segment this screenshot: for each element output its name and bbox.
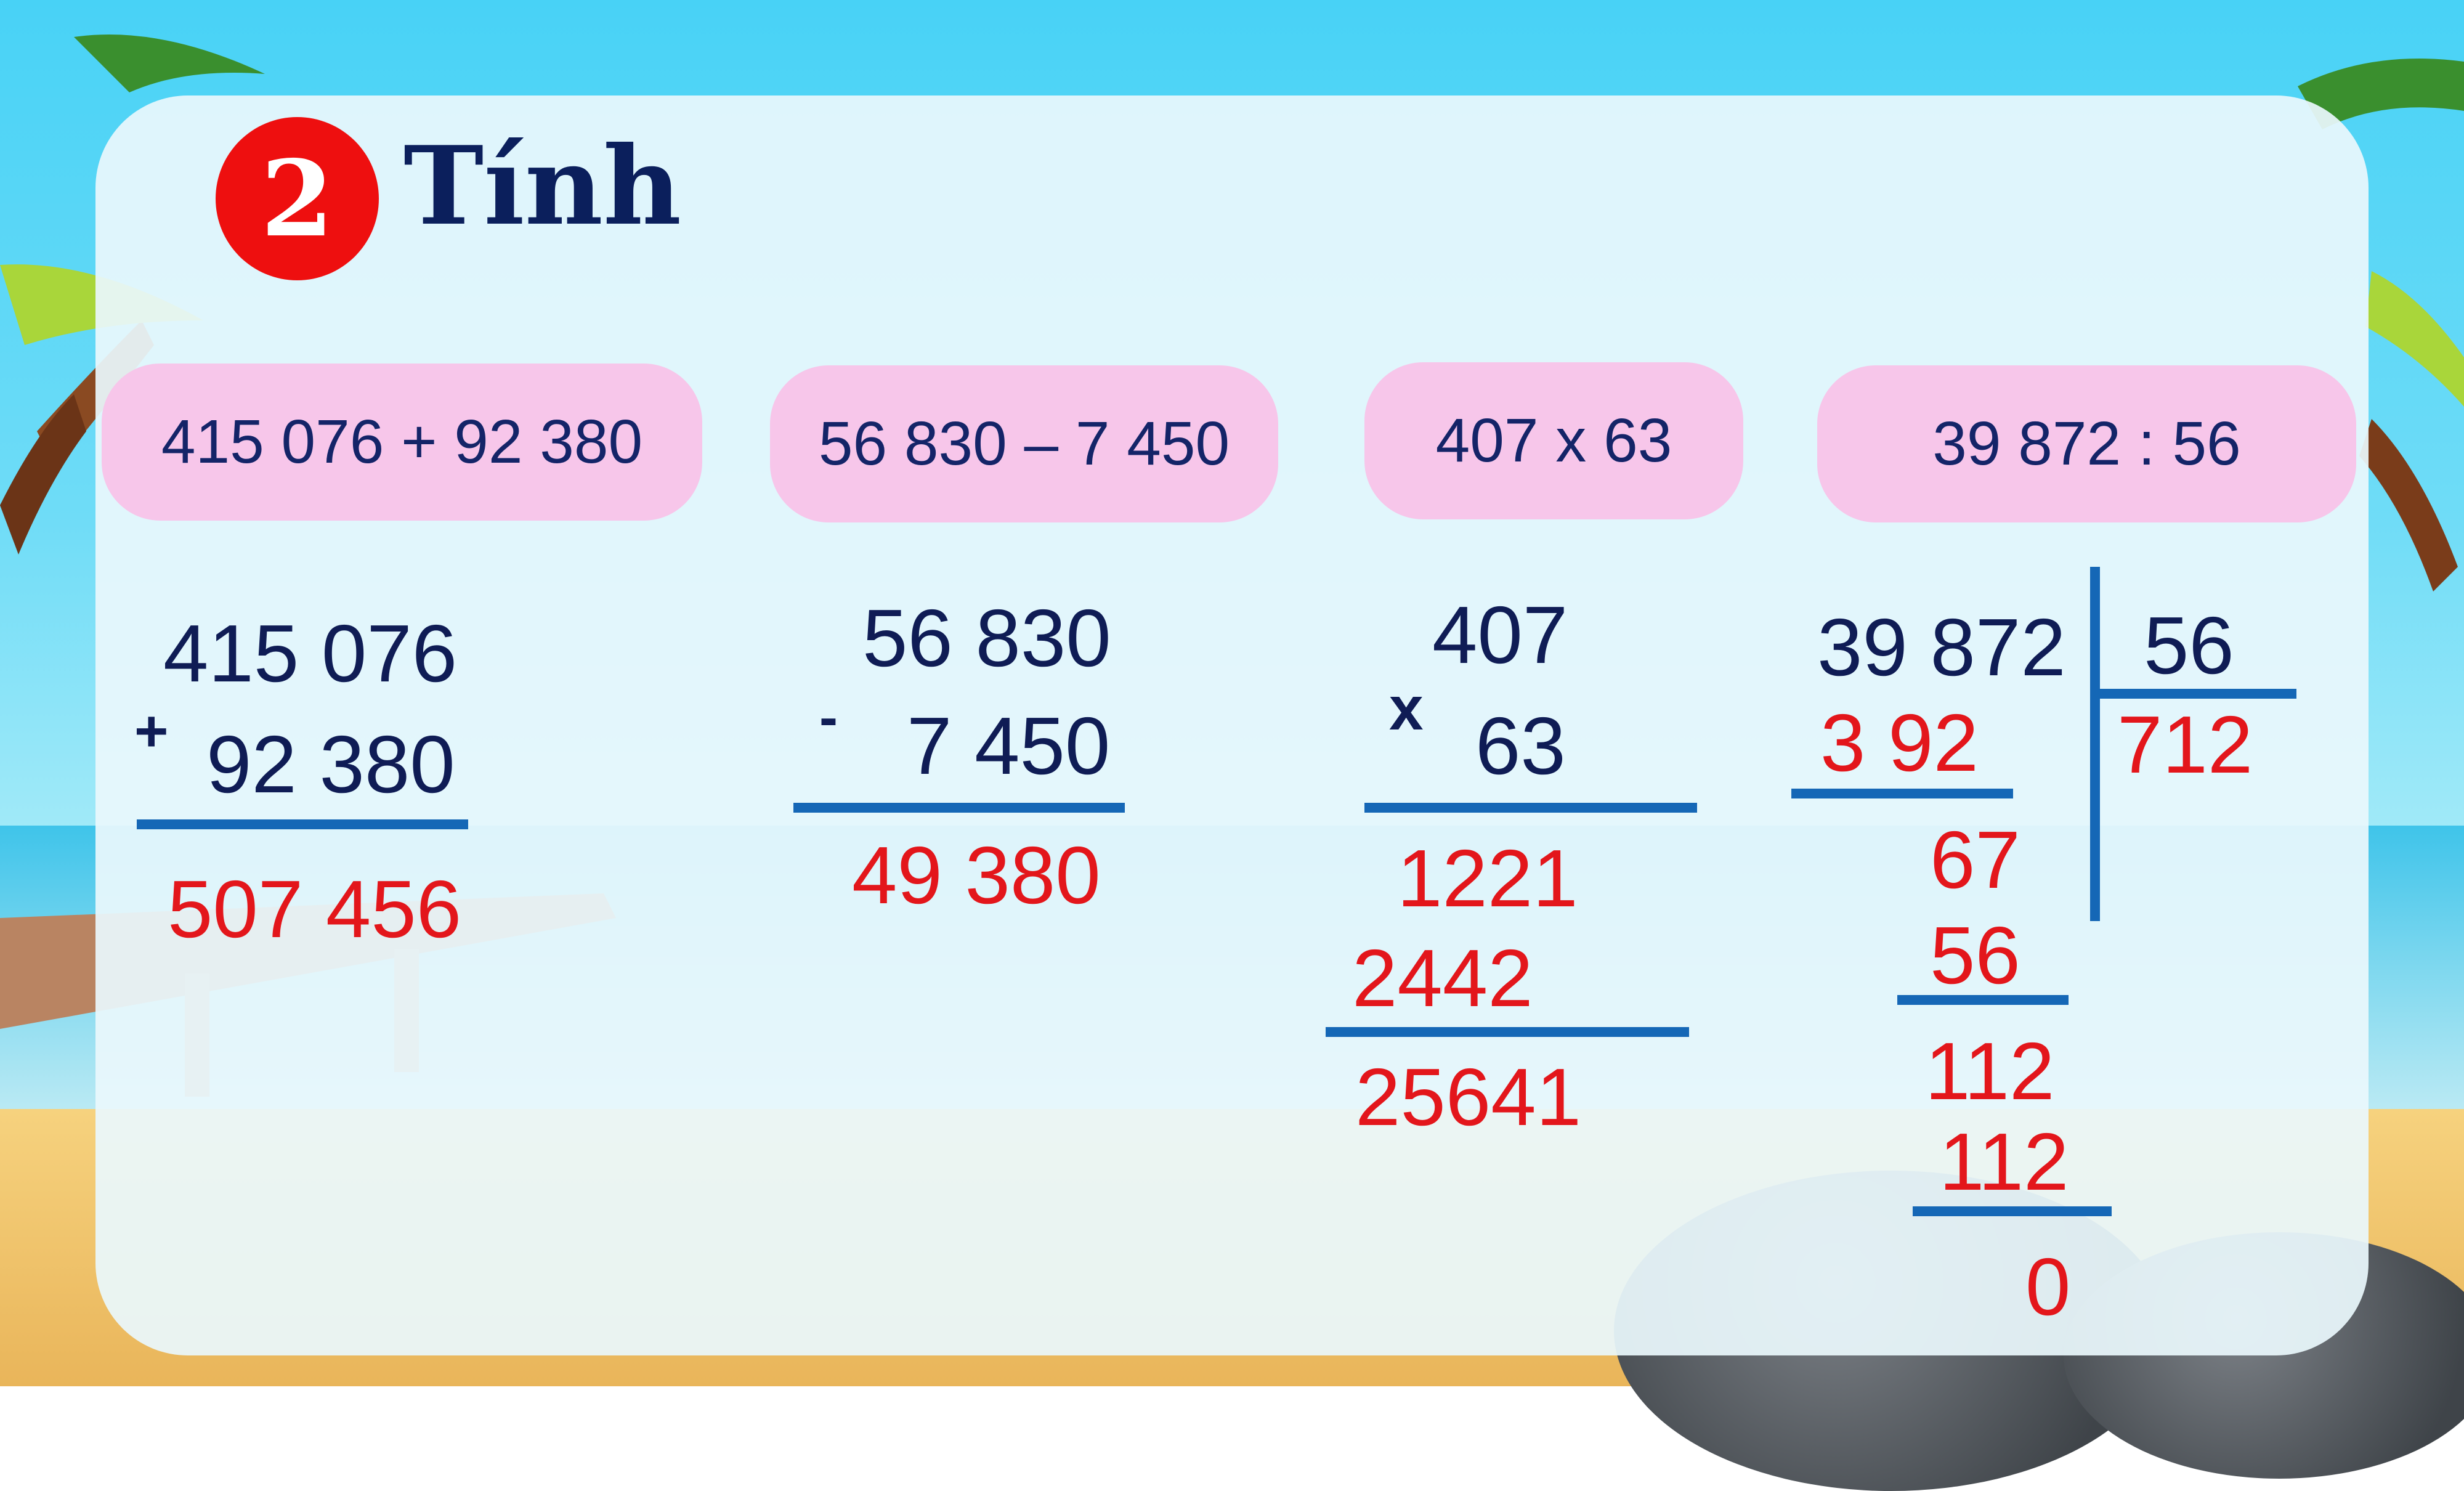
subtraction-top-number: 56 830 (862, 593, 1111, 683)
multiplication-operator: x (1389, 674, 1424, 743)
multiplication-partial-product-1: 1221 (1397, 833, 1578, 924)
division-line-2 (1897, 995, 2069, 1005)
problem-multiplication: 407 x 63 (1364, 362, 1743, 519)
subtraction-line (793, 803, 1125, 813)
subtraction-result: 49 380 (852, 830, 1101, 920)
division-line-1 (1791, 789, 2013, 798)
division-divisor-line (2090, 689, 2296, 699)
addition-bottom-number: 92 380 (206, 719, 455, 810)
problem-division: 39 872 : 56 (1817, 365, 2356, 522)
division-step-1: 3 92 (1820, 697, 1979, 788)
multiplication-line-1 (1364, 803, 1697, 813)
problem-subtraction: 56 830 – 7 450 (770, 365, 1278, 522)
division-step-5: 112 (1939, 1116, 2069, 1207)
addition-line (137, 819, 468, 829)
multiplication-line-2 (1326, 1027, 1689, 1037)
problem-addition: 415 076 + 92 380 (102, 364, 702, 521)
division-step-3: 56 (1930, 910, 2020, 1001)
division-remainder: 0 (2025, 1241, 2071, 1332)
subtraction-bottom-number: 7 450 (907, 701, 1111, 791)
addition-top-number: 415 076 (163, 608, 458, 699)
multiplication-partial-product-2: 2442 (1352, 933, 1533, 1023)
addition-operator: + (134, 699, 169, 764)
exercise-title: Tính (403, 123, 682, 250)
division-divisor: 56 (2144, 600, 2234, 691)
division-quotient: 712 (2117, 699, 2253, 790)
multiplication-top-number: 407 (1432, 590, 1568, 680)
exercise-number-badge: 2 (216, 117, 379, 280)
multiplication-result: 25641 (1355, 1052, 1582, 1142)
division-step-4: 112 (1925, 1026, 2055, 1116)
division-vertical-bar (2090, 567, 2100, 921)
multiplication-bottom-number: 63 (1475, 701, 1566, 791)
division-dividend: 39 872 (1817, 602, 2066, 693)
subtraction-operator: - (819, 687, 838, 749)
division-step-2: 67 (1930, 815, 2020, 905)
addition-result: 507 456 (168, 864, 462, 954)
division-line-3 (1913, 1206, 2112, 1216)
